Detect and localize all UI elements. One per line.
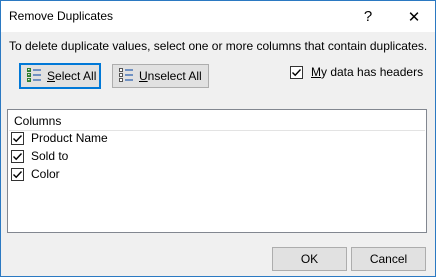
my-data-has-headers-option[interactable]: My data has headers: [290, 65, 423, 79]
columns-header: Columns: [14, 114, 62, 128]
column-checkbox[interactable]: [11, 149, 24, 163]
headers-label: My data has headers: [311, 65, 424, 79]
column-label: Sold to: [31, 149, 69, 163]
column-label: Color: [31, 167, 60, 181]
select-all-button[interactable]: Select All: [19, 63, 101, 89]
close-button[interactable]: ✕: [397, 1, 431, 32]
title-bar: Remove Duplicates ? ✕: [1, 1, 435, 32]
columns-list: Columns Product Name Sold to Color: [7, 109, 427, 233]
headers-checkbox[interactable]: [290, 65, 303, 79]
unchecklist-icon: [119, 67, 134, 85]
ok-button[interactable]: OK: [272, 247, 347, 271]
checkmark-icon: [13, 170, 23, 178]
checkmark-icon: [292, 68, 302, 76]
checkmark-icon: [13, 152, 23, 160]
unselect-all-label: Unselect All: [139, 69, 202, 83]
help-button[interactable]: ?: [351, 1, 385, 32]
checklist-icon: [27, 67, 42, 85]
unselect-all-button[interactable]: Unselect All: [112, 64, 209, 88]
column-checkbox[interactable]: [11, 131, 24, 145]
cancel-button[interactable]: Cancel: [351, 247, 426, 271]
remove-duplicates-dialog: Remove Duplicates ? ✕ To delete duplicat…: [0, 0, 436, 277]
dialog-title: Remove Duplicates: [9, 9, 114, 23]
column-checkbox[interactable]: [11, 167, 24, 181]
checkmark-icon: [13, 134, 23, 142]
column-label: Product Name: [31, 131, 108, 145]
select-all-label: Select All: [47, 69, 97, 83]
instruction-text: To delete duplicate values, select one o…: [9, 39, 428, 53]
column-item-sold-to[interactable]: Sold to: [11, 149, 68, 163]
column-item-color[interactable]: Color: [11, 167, 60, 181]
column-item-product-name[interactable]: Product Name: [11, 131, 108, 145]
